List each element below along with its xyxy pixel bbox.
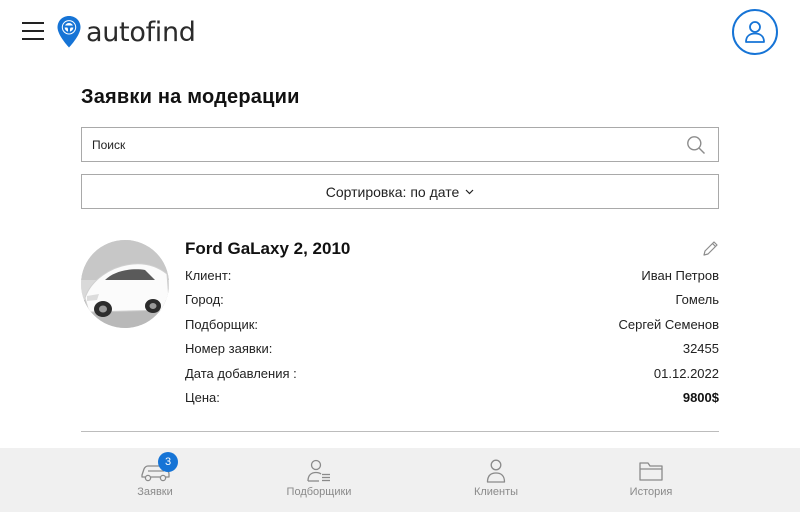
field-value: Гомель: [675, 292, 720, 307]
request-title: Ford GaLaxy 2, 2010: [185, 239, 351, 258]
user-icon: [486, 459, 506, 483]
white-car-photo: [81, 240, 169, 328]
app-header: autofind: [0, 0, 800, 66]
field-price: Цена: 9800$: [185, 390, 719, 410]
nav-label: Заявки: [137, 486, 173, 498]
search-box[interactable]: [81, 127, 719, 162]
field-value: Сергей Семенов: [618, 317, 719, 332]
sort-label: Сортировка: по дате: [325, 183, 460, 200]
user-icon: [745, 21, 765, 43]
folder-icon: [639, 462, 663, 481]
field-client: Клиент: Иван Петров: [185, 268, 719, 288]
field-label: Дата добавления :: [185, 366, 297, 381]
sort-dropdown[interactable]: Сортировка: по дате: [81, 174, 719, 209]
field-value: 01.12.2022: [653, 366, 719, 381]
profile-button[interactable]: [732, 9, 778, 55]
price-value: 9800$: [682, 390, 719, 405]
field-label: Клиент:: [185, 268, 232, 283]
nav-item-history[interactable]: История: [571, 448, 731, 512]
brand-name: autofind: [86, 16, 196, 48]
field-date-added: Дата добавления : 01.12.2022: [185, 366, 719, 386]
nav-item-clients[interactable]: Клиенты: [416, 448, 576, 512]
field-label: Город:: [185, 292, 224, 307]
search-icon[interactable]: [686, 135, 706, 155]
field-city: Город: Гомель: [185, 292, 719, 312]
field-request-number: Номер заявки: 32455: [185, 341, 719, 361]
location-pin-steering-wheel-icon: [57, 16, 81, 48]
field-label: Цена:: [185, 390, 220, 405]
field-value: 32455: [682, 341, 719, 356]
field-label: Подборщик:: [185, 317, 259, 332]
user-list-icon: [307, 459, 330, 482]
nav-item-selectors[interactable]: Подборщики: [239, 448, 399, 512]
nav-label: Подборщики: [286, 486, 352, 498]
requests-count-badge: 3: [158, 452, 178, 472]
page-title: Заявки на модерации: [81, 86, 300, 108]
field-value: Иван Петров: [641, 268, 719, 283]
field-label: Номер заявки:: [185, 341, 273, 356]
bottom-nav: 3 Заявки Подборщики Клиенты История: [0, 448, 800, 512]
pencil-icon[interactable]: [702, 240, 719, 257]
field-selector: Подборщик: Сергей Семенов: [185, 317, 719, 337]
request-card[interactable]: Ford GaLaxy 2, 2010 Клиент: Иван Петров …: [81, 238, 719, 432]
nav-label: Клиенты: [473, 486, 519, 498]
nav-item-requests[interactable]: 3 Заявки: [75, 448, 235, 512]
card-divider: [81, 431, 719, 432]
chevron-down-icon: [465, 189, 474, 194]
app-logo[interactable]: autofind: [56, 14, 196, 50]
hamburger-icon[interactable]: [22, 22, 44, 40]
search-input[interactable]: [82, 128, 686, 161]
nav-label: История: [629, 486, 673, 498]
